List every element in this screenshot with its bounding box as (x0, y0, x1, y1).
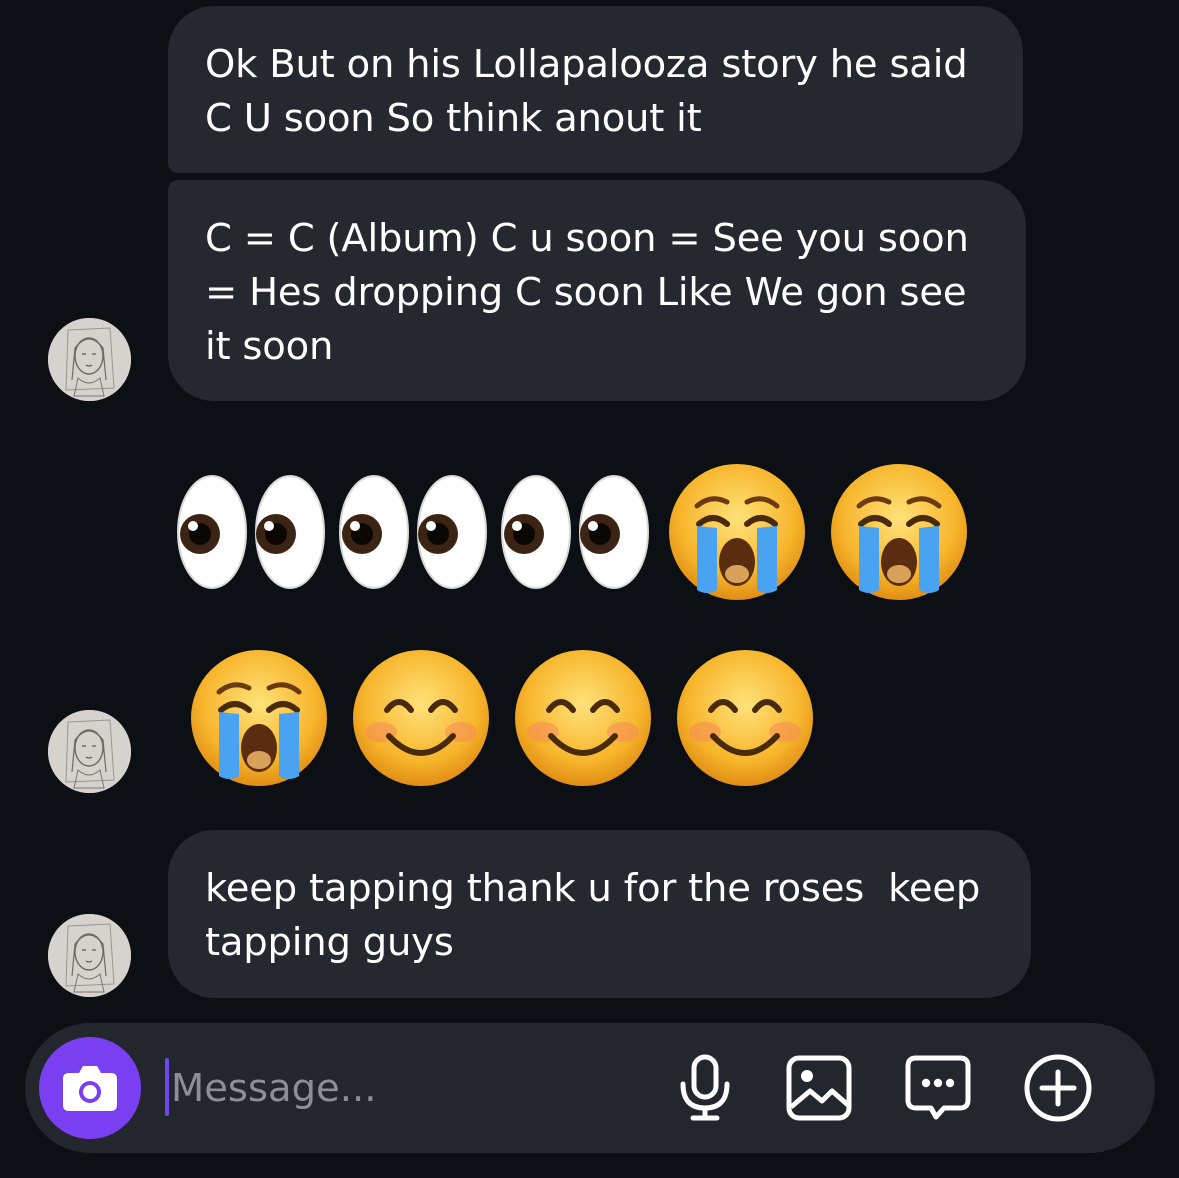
emoji-message[interactable] (178, 648, 826, 788)
microphone-button[interactable] (669, 1052, 741, 1124)
camera-icon (63, 1066, 117, 1111)
smiling-face-icon (664, 648, 826, 788)
gallery-button[interactable] (783, 1052, 855, 1124)
camera-button[interactable] (39, 1037, 141, 1139)
emoji-message[interactable] (170, 462, 980, 602)
text-cursor (165, 1058, 169, 1116)
sketch-portrait-icon (48, 914, 131, 997)
loudly-crying-face-icon (656, 462, 818, 602)
gallery-icon (786, 1055, 852, 1121)
plus-circle-icon (1024, 1054, 1092, 1122)
sketch-portrait-icon (48, 710, 131, 793)
smiling-face-icon (502, 648, 664, 788)
sketch-portrait-icon (48, 318, 131, 401)
eyes-icon (332, 462, 494, 602)
add-button[interactable] (1022, 1052, 1094, 1124)
loudly-crying-face-icon (178, 648, 340, 788)
eyes-icon (170, 462, 332, 602)
eyes-icon (494, 462, 656, 602)
message-composer (25, 1023, 1155, 1153)
message-bubble[interactable]: Ok But on his Lollapalooza story he said… (168, 6, 1023, 173)
message-bubble[interactable]: keep tapping thank u for the roses keep … (168, 830, 1031, 998)
chat-bubble-icon (905, 1055, 971, 1120)
smiling-face-icon (340, 648, 502, 788)
loudly-crying-face-icon (818, 462, 980, 602)
sender-avatar[interactable] (48, 710, 131, 793)
sticker-button[interactable] (902, 1052, 974, 1124)
microphone-icon (680, 1054, 730, 1121)
message-bubble[interactable]: C = C (Album) C u soon = See you soon = … (168, 180, 1026, 401)
message-input[interactable] (171, 1053, 631, 1123)
sender-avatar[interactable] (48, 318, 131, 401)
sender-avatar[interactable] (48, 914, 131, 997)
